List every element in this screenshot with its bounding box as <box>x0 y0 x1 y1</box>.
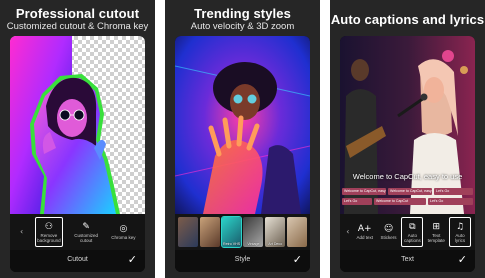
tool-label: Customized cutout <box>74 232 98 243</box>
customized-cutout-button[interactable]: ✎ Customized cutout <box>72 217 100 247</box>
auto-captions-icon: ⧉ <box>409 221 416 232</box>
style-thumb[interactable] <box>287 217 307 247</box>
caption-chip[interactable]: Let's Go <box>342 198 372 205</box>
bottom-label: Cutout <box>67 256 88 263</box>
caption-chip[interactable]: Welcome to CapCut, easy to use <box>388 188 432 195</box>
stickers-button[interactable]: ☺ Stickers <box>378 217 400 247</box>
caption-chip[interactable]: Welcome to CapCut <box>374 198 426 205</box>
caption-chip[interactable]: Let's Go <box>434 188 473 195</box>
add-text-button[interactable]: A+ Add text <box>354 217 376 247</box>
style-thumb[interactable] <box>178 217 198 247</box>
text-template-icon: ⊞ <box>432 221 440 232</box>
tool-label: Auto captions <box>404 232 421 243</box>
style-thumb[interactable]: Vintage <box>243 217 264 247</box>
confirm-check-icon[interactable]: ✓ <box>458 253 467 266</box>
panel-auto-captions: Auto captions and lyrics Welcome to CapC… <box>330 0 485 278</box>
bottom-bar: Cutout ✓ <box>10 250 145 272</box>
auto-lyrics-icon: ♫ <box>456 221 465 232</box>
remove-background-button[interactable]: ⚇ Remove background <box>34 217 63 247</box>
brush-icon: ✎ <box>82 221 90 232</box>
bottom-bar: Text ✓ <box>340 250 475 272</box>
confirm-check-icon[interactable]: ✓ <box>128 253 137 266</box>
caption-track: Let's Go Welcome to CapCut Let's Go <box>342 198 473 206</box>
collapse-icon[interactable]: ‹ <box>344 225 352 239</box>
panel-subtitle: Auto velocity & 3D zoom <box>190 21 295 32</box>
tool-label: Remove background <box>37 232 61 243</box>
panel-professional-cutout: Professional cutout Customized cutout & … <box>0 0 155 278</box>
sticker-icon: ☺ <box>383 224 394 234</box>
chroma-icon: ◎ <box>119 224 128 234</box>
panel-title: Trending styles <box>194 6 291 21</box>
auto-captions-button[interactable]: ⧉ Auto captions <box>401 217 424 247</box>
text-add-icon: A+ <box>357 224 372 234</box>
phone-screen: Welcome to CapCut, easy to use Welcome t… <box>340 36 475 272</box>
panel-trending-styles: Trending styles Auto velocity & 3D zoom <box>165 0 320 278</box>
tool-label: Text template <box>427 232 445 243</box>
cutout-toolbar: ‹ ⚇ Remove background ✎ Customized cutou… <box>10 214 145 250</box>
tool-label: Chroma key <box>111 235 136 240</box>
tool-label: Add text <box>356 235 373 240</box>
style-thumb-selected[interactable]: Retro VHS <box>220 216 243 248</box>
text-template-button[interactable]: ⊞ Text template <box>425 217 447 247</box>
confirm-check-icon[interactable]: ✓ <box>293 253 302 266</box>
caption-track: Welcome to CapCut, easy to use Welcome t… <box>342 188 473 196</box>
caption-chip[interactable]: Welcome to CapCut, easy to use <box>342 188 386 195</box>
style-thumb[interactable] <box>199 217 220 247</box>
tool-label: Auto lyrics <box>454 232 466 243</box>
collapse-icon[interactable]: ‹ <box>18 225 26 239</box>
caption-chip[interactable]: Let's Go <box>428 198 473 205</box>
style-label: Vintage <box>247 242 260 246</box>
phone-screen: Retro VHS Vintage Art Deco Style ✓ <box>175 36 310 272</box>
panel-title: Auto captions and lyrics <box>330 12 485 27</box>
style-thumbnails: Retro VHS Vintage Art Deco <box>175 214 310 250</box>
person-cutout-icon: ⚇ <box>44 221 53 232</box>
panel-subtitle: Customized cutout & Chroma key <box>6 21 149 32</box>
bottom-bar: Style ✓ <box>175 250 310 272</box>
tool-label: Stickers <box>380 235 397 240</box>
bottom-label: Style <box>234 256 251 263</box>
style-thumb[interactable]: Art Deco <box>265 217 286 247</box>
style-label: Retro VHS <box>222 242 241 246</box>
phone-screen: ‹ ⚇ Remove background ✎ Customized cutou… <box>10 36 145 272</box>
text-toolbar: ‹ A+ Add text ☺ Stickers ⧉ Auto captions… <box>340 214 475 250</box>
styled-preview-image <box>175 36 310 214</box>
auto-lyrics-button[interactable]: ♫ Auto lyrics <box>449 217 472 247</box>
cutout-preview-image <box>10 36 145 214</box>
panel-title: Professional cutout <box>15 6 140 21</box>
style-label: Art Deco <box>268 242 283 246</box>
chroma-key-button[interactable]: ◎ Chroma key <box>109 217 137 247</box>
caption-overlay-text: Welcome to CapCut, easy to use <box>352 172 463 181</box>
bottom-label: Text <box>401 256 414 263</box>
